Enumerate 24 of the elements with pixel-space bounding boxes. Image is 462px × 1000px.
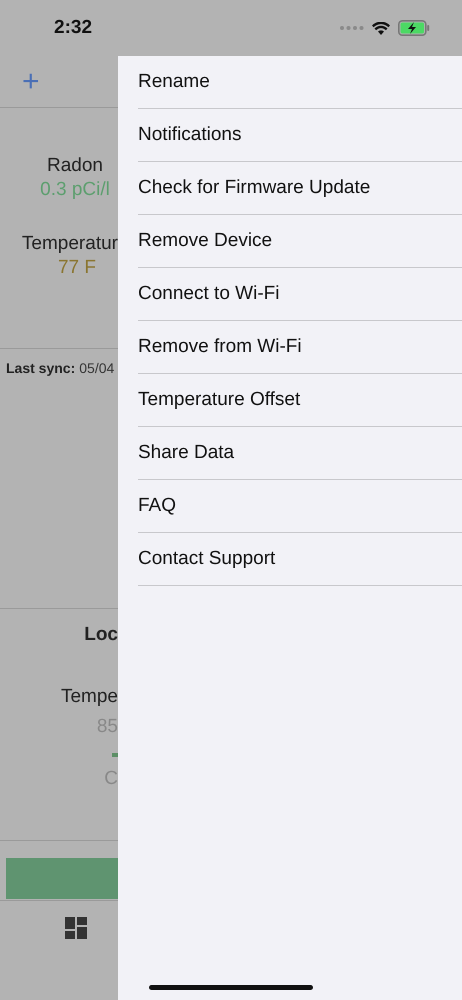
menu-item[interactable]: Temperature Offset <box>138 374 462 427</box>
reading-label: Radon <box>47 154 103 178</box>
menu-item[interactable]: Contact Support <box>138 533 462 586</box>
menu-item[interactable]: Rename <box>138 56 462 109</box>
reading-label: Temperatur <box>22 232 118 256</box>
reading-value: 0.3 pCi/l <box>40 178 110 202</box>
menu-item[interactable]: Connect to Wi-Fi <box>138 268 462 321</box>
menu-item[interactable]: Notifications <box>138 109 462 162</box>
reading-value: 77 F <box>58 256 97 280</box>
wifi-icon <box>372 22 390 34</box>
status-time: 2:32 <box>54 16 92 40</box>
menu-item[interactable]: Remove Device <box>138 215 462 268</box>
menu-item[interactable]: Remove from Wi-Fi <box>138 321 462 374</box>
menu-item[interactable]: Check for Firmware Update <box>138 162 462 215</box>
dashboard-icon[interactable] <box>65 917 87 939</box>
signal-icon <box>340 26 364 30</box>
battery-charging-icon <box>398 20 430 36</box>
menu-item[interactable]: Share Data <box>138 427 462 480</box>
last-sync-label: Last sync: <box>6 359 76 378</box>
last-sync-value: 05/04 <box>79 359 114 378</box>
section-title: Loc <box>84 623 118 647</box>
section-label: Tempe <box>60 685 118 709</box>
menu-item[interactable]: FAQ <box>138 480 462 533</box>
level-mark <box>112 753 118 757</box>
